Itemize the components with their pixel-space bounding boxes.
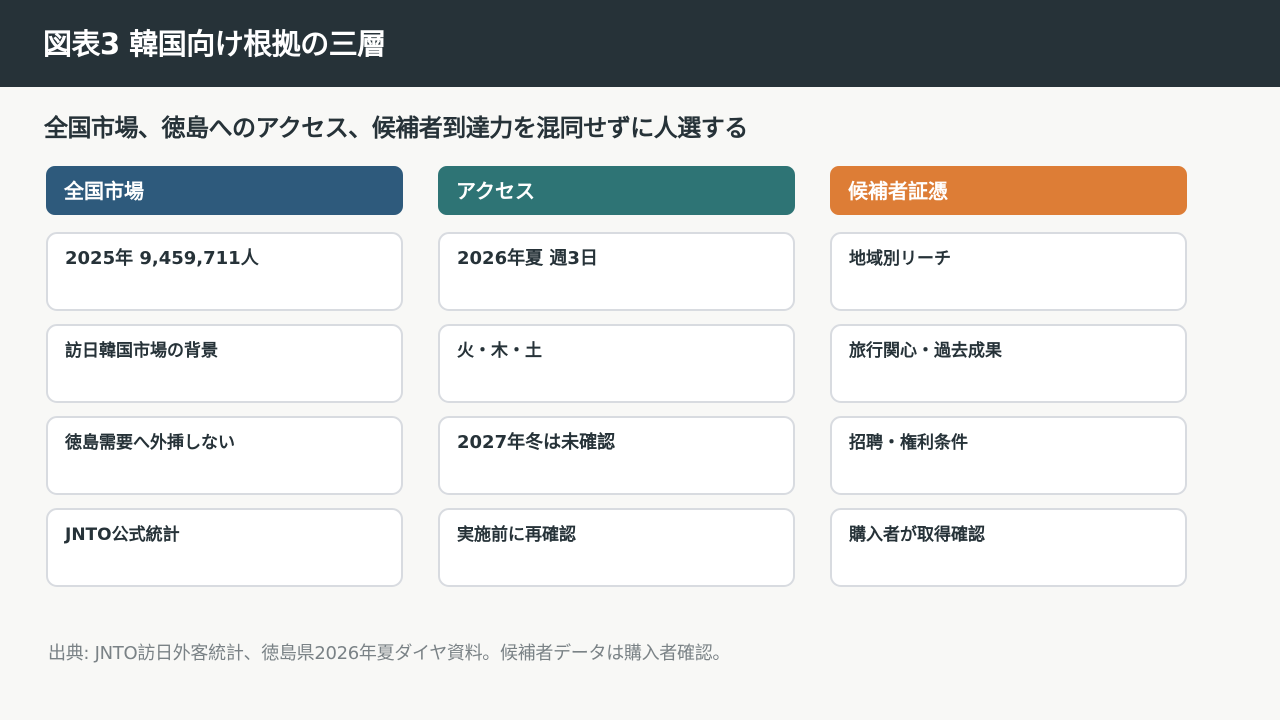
column-national-market: 全国市場 2025年 9,459,711人 訪日韓国市場の背景 徳島需要へ外挿し… — [46, 166, 403, 587]
page-subtitle: 全国市場、徳島へのアクセス、候補者到達力を混同せずに人選する — [44, 114, 748, 142]
card-national-market-2: 訪日韓国市場の背景 — [46, 324, 403, 403]
source-note: 出典: JNTO訪日外客統計、徳島県2026年夏ダイヤ資料。候補者データは購入者… — [48, 643, 731, 664]
card-national-market-4: JNTO公式統計 — [46, 508, 403, 587]
card-access-3: 2027年冬は未確認 — [438, 416, 795, 495]
column-header-candidate-evidence: 候補者証憑 — [830, 166, 1187, 215]
card-access-1: 2026年夏 週3日 — [438, 232, 795, 311]
column-header-access: アクセス — [438, 166, 795, 215]
card-access-4: 実施前に再確認 — [438, 508, 795, 587]
card-candidate-evidence-1: 地域別リーチ — [830, 232, 1187, 311]
page-title: 図表3 韓国向け根拠の三層 — [43, 27, 386, 61]
card-candidate-evidence-2: 旅行関心・過去成果 — [830, 324, 1187, 403]
card-national-market-1: 2025年 9,459,711人 — [46, 232, 403, 311]
card-candidate-evidence-3: 招聘・権利条件 — [830, 416, 1187, 495]
card-candidate-evidence-4: 購入者が取得確認 — [830, 508, 1187, 587]
column-access: アクセス 2026年夏 週3日 火・木・土 2027年冬は未確認 実施前に再確認 — [438, 166, 795, 587]
header-bar: 図表3 韓国向け根拠の三層 — [0, 0, 1280, 87]
column-header-national-market: 全国市場 — [46, 166, 403, 215]
column-candidate-evidence: 候補者証憑 地域別リーチ 旅行関心・過去成果 招聘・権利条件 購入者が取得確認 — [830, 166, 1187, 587]
card-national-market-3: 徳島需要へ外挿しない — [46, 416, 403, 495]
card-access-2: 火・木・土 — [438, 324, 795, 403]
